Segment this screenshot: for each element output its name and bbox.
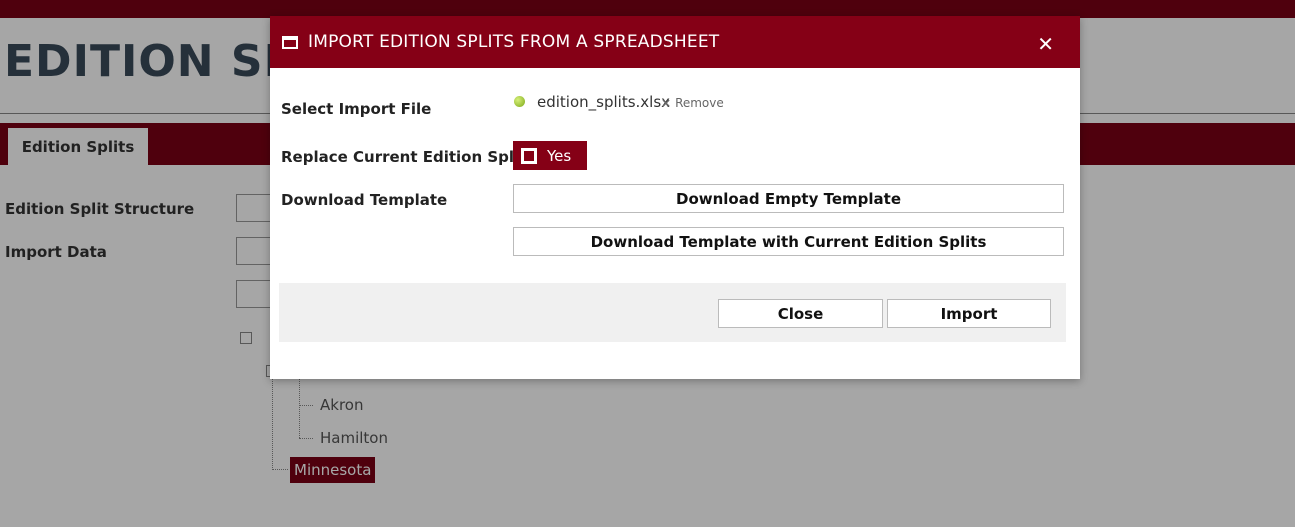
modal-title: IMPORT EDITION SPLITS FROM A SPREADSHEET	[308, 32, 720, 52]
checkbox-icon	[521, 147, 537, 164]
replace-splits-toggle[interactable]: Yes	[513, 141, 587, 170]
download-template-label: Download Template	[281, 191, 448, 209]
modal-footer: Close Import	[279, 283, 1066, 342]
file-name: edition_splits.xlsx	[537, 93, 671, 111]
download-empty-template-button[interactable]: Download Empty Template	[513, 184, 1064, 213]
replace-splits-label: Replace Current Edition Splits	[281, 148, 536, 166]
select-import-file-label: Select Import File	[281, 100, 432, 118]
download-current-template-button[interactable]: Download Template with Current Edition S…	[513, 227, 1064, 256]
remove-file-link[interactable]: × Remove	[661, 96, 724, 110]
import-modal: IMPORT EDITION SPLITS FROM A SPREADSHEET…	[270, 16, 1080, 379]
replace-splits-value: Yes	[547, 146, 572, 165]
close-button[interactable]: Close	[718, 299, 883, 328]
window-icon	[282, 35, 298, 49]
modal-header: IMPORT EDITION SPLITS FROM A SPREADSHEET…	[270, 16, 1080, 68]
import-button[interactable]: Import	[887, 299, 1051, 328]
modal-body: Select Import File edition_splits.xlsx ×…	[270, 68, 1080, 379]
remove-icon: ×	[661, 96, 672, 110]
remove-label: Remove	[675, 96, 724, 110]
close-icon[interactable]: ✕	[1037, 32, 1054, 56]
file-status-icon	[514, 96, 525, 107]
